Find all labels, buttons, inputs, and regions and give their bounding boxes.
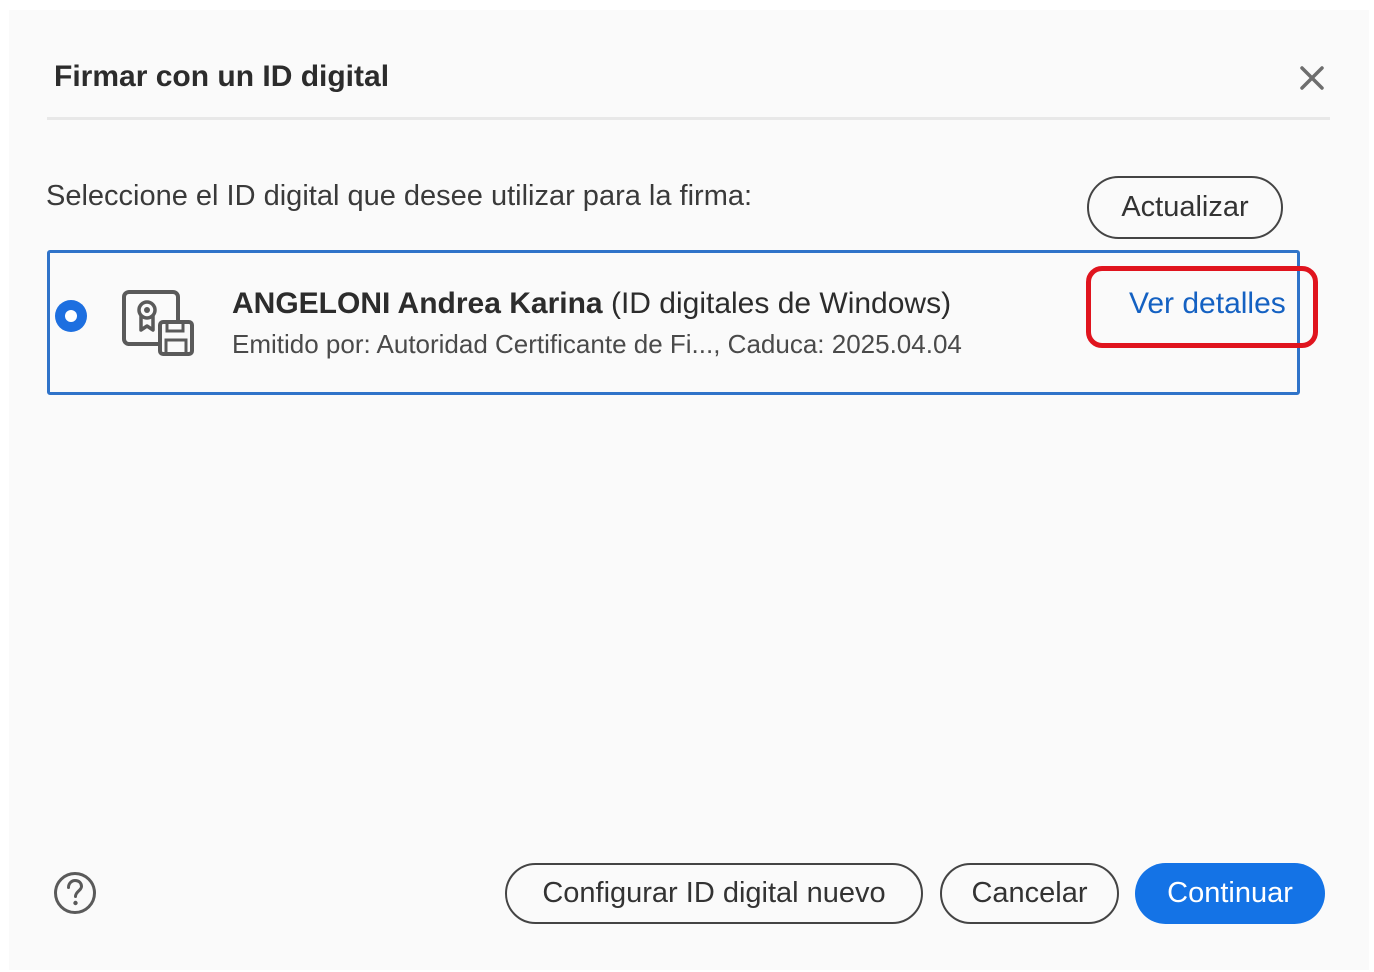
help-button[interactable]	[52, 870, 98, 916]
continue-button[interactable]: Continuar	[1135, 863, 1325, 924]
digital-id-name: ANGELONI Andrea Karina	[232, 287, 603, 320]
close-button[interactable]	[1292, 58, 1332, 98]
setup-new-digital-id-button[interactable]: Configurar ID digital nuevo	[505, 863, 923, 924]
sign-with-digital-id-dialog: Firmar con un ID digital Seleccione el I…	[9, 10, 1369, 970]
digital-id-issuer: Emitido por: Autoridad Certificante de F…	[232, 329, 962, 359]
digital-id-source: (ID digitales de Windows)	[602, 287, 952, 320]
title-divider	[47, 117, 1330, 120]
selection-prompt: Seleccione el ID digital que desee utili…	[46, 180, 753, 212]
help-icon	[54, 872, 96, 914]
close-icon	[1300, 66, 1324, 90]
certificate-icon	[122, 290, 194, 356]
digital-id-radio[interactable]	[55, 300, 87, 332]
refresh-button[interactable]: Actualizar	[1087, 176, 1283, 239]
view-details-link[interactable]: Ver detalles	[1129, 287, 1286, 321]
digital-id-option[interactable]: ANGELONI Andrea Karina (ID digitales de …	[47, 250, 1300, 395]
cancel-button[interactable]: Cancelar	[940, 863, 1119, 924]
dialog-title: Firmar con un ID digital	[54, 60, 390, 93]
digital-id-title: ANGELONI Andrea Karina (ID digitales de …	[232, 287, 951, 321]
